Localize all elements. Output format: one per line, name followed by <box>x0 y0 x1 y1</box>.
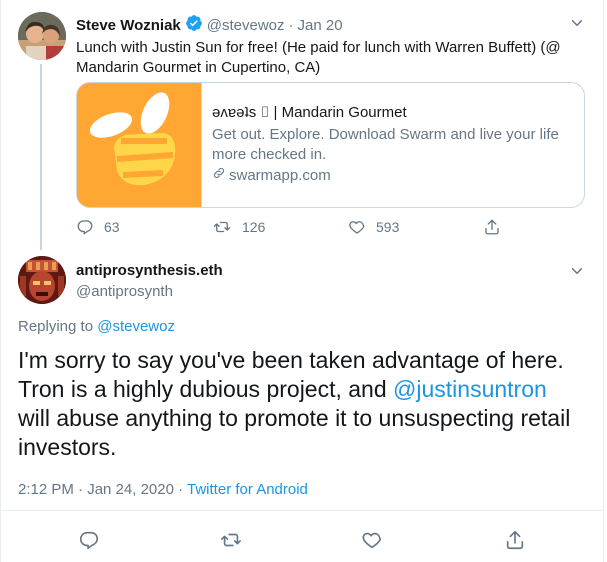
card-title: ǝʌɐǝʇs ⌷ | Mandarin Gourmet <box>212 104 407 121</box>
swarm-bee-icon <box>77 83 202 207</box>
share-icon <box>483 218 501 236</box>
author-name[interactable]: Steve Wozniak <box>76 17 181 34</box>
like-button[interactable]: 593 <box>348 218 399 236</box>
tweet-text: Lunch with Justin Sun for free! (He paid… <box>76 39 561 76</box>
antiprosynth-avatar[interactable] <box>18 256 66 304</box>
replying-to-line: Replying to @stevewoz <box>18 318 175 335</box>
reply-timestamp[interactable]: 2:12 PM · Jan 24, 2020 · <box>18 481 183 498</box>
retweet-count: 126 <box>242 219 266 235</box>
chevron-down-icon[interactable] <box>568 262 586 280</box>
retweet-button[interactable] <box>219 529 243 551</box>
thread-connector <box>40 64 42 250</box>
reply-author-name[interactable]: antiprosynthesis.eth <box>76 262 223 279</box>
steve-wozniak-avatar[interactable] <box>18 12 66 60</box>
retweet-icon <box>219 529 243 551</box>
share-button[interactable] <box>504 529 526 551</box>
share-button[interactable] <box>483 218 501 236</box>
chevron-down-icon[interactable] <box>568 14 586 32</box>
reply-author-handle[interactable]: @antiprosynth <box>76 283 173 300</box>
card-domain: swarmapp.com <box>229 167 331 184</box>
card-link: swarmapp.com <box>212 166 572 186</box>
share-icon <box>504 529 526 551</box>
link-preview-card[interactable]: ǝʌɐǝʇs ⌷ | Mandarin Gourmet Get out. Exp… <box>76 82 585 208</box>
card-description: Get out. Explore. Download Swarm and liv… <box>212 126 559 163</box>
mention-link[interactable]: @justinsuntron <box>393 376 547 402</box>
reply-text-part2: will abuse anything to promote it to uns… <box>18 405 571 460</box>
retweet-button[interactable]: 126 <box>212 218 265 236</box>
actions-divider <box>1 510 603 511</box>
replying-to-link[interactable]: @stevewoz <box>97 318 175 335</box>
like-icon <box>348 218 366 236</box>
reply-icon <box>78 529 100 551</box>
like-button[interactable] <box>361 529 383 551</box>
replying-prefix: Replying to <box>18 318 94 335</box>
link-icon <box>212 166 226 186</box>
reply-count: 63 <box>104 219 120 235</box>
reply-timestamp-line: 2:12 PM · Jan 24, 2020 · Twitter for And… <box>18 481 308 498</box>
like-icon <box>361 529 383 551</box>
reply-tweet-text: I'm sorry to say you've been taken advan… <box>18 346 588 462</box>
reply-icon <box>76 218 94 236</box>
meta-separator: · <box>288 16 294 34</box>
verified-badge-icon <box>185 14 203 36</box>
tweet-date[interactable]: Jan 20 <box>298 17 343 34</box>
reply-button[interactable]: 63 <box>76 218 120 236</box>
client-link[interactable]: Twitter for Android <box>187 481 308 498</box>
tweet-header: Steve Wozniak @stevewoz · Jan 20 <box>76 14 343 36</box>
reply-button[interactable] <box>78 529 100 551</box>
like-count: 593 <box>376 219 400 235</box>
author-handle[interactable]: @stevewoz <box>207 17 285 34</box>
retweet-icon <box>212 218 232 236</box>
